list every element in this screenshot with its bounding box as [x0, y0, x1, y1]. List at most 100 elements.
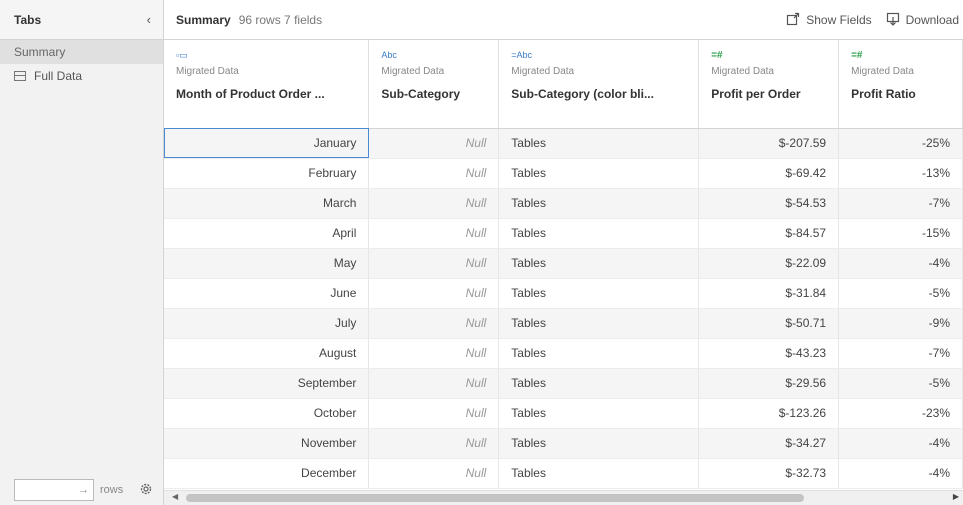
cell-profit-per-order[interactable]: $-54.53	[698, 188, 840, 219]
data-grid[interactable]: ▫▭ Migrated Data Month of Product Order …	[164, 40, 963, 490]
cell-sub-category-color[interactable]: Tables	[498, 188, 700, 219]
cell-month[interactable]: November	[164, 428, 370, 459]
cell-sub-category-color[interactable]: Tables	[498, 398, 700, 429]
tab-full-data-label: Full Data	[34, 69, 83, 83]
table-body: January Null Tables $-207.59 -25% February Nul…	[164, 128, 963, 489]
cell-month[interactable]: July	[164, 308, 370, 339]
table-row[interactable]: March Null Tables $-54.53 -7%	[164, 188, 963, 219]
column-name: Sub-Category (color bli...	[511, 87, 654, 101]
table-row[interactable]: January Null Tables $-207.59 -25%	[164, 128, 963, 159]
table-row[interactable]: June Null Tables $-31.84 -5%	[164, 278, 963, 309]
cell-sub-category[interactable]: Null	[368, 218, 500, 249]
tab-summary[interactable]: Summary	[0, 40, 163, 64]
column-header-month[interactable]: ▫▭ Migrated Data Month of Product Order …	[164, 40, 370, 129]
cell-profit-per-order[interactable]: $-22.09	[698, 248, 840, 279]
cell-sub-category-color[interactable]: Tables	[498, 218, 700, 249]
cell-sub-category[interactable]: Null	[368, 278, 500, 309]
show-fields-button[interactable]: Show Fields	[786, 12, 872, 29]
cell-month[interactable]: August	[164, 338, 370, 369]
cell-sub-category-color[interactable]: Tables	[498, 278, 700, 309]
download-button[interactable]: Download	[886, 12, 959, 29]
cell-profit-ratio[interactable]: -23%	[838, 398, 963, 429]
column-source: Migrated Data	[381, 66, 445, 77]
scroll-left-icon[interactable]: ◀	[172, 492, 178, 501]
gear-icon[interactable]	[139, 482, 153, 499]
cell-sub-category[interactable]: Null	[368, 128, 500, 159]
table-row[interactable]: November Null Tables $-34.27 -4%	[164, 428, 963, 459]
table-row[interactable]: April Null Tables $-84.57 -15%	[164, 218, 963, 249]
table-row[interactable]: August Null Tables $-43.23 -7%	[164, 338, 963, 369]
cell-profit-ratio[interactable]: -4%	[838, 458, 963, 489]
table-row[interactable]: September Null Tables $-29.56 -5%	[164, 368, 963, 399]
cell-sub-category[interactable]: Null	[368, 458, 500, 489]
cell-sub-category[interactable]: Null	[368, 188, 500, 219]
cell-sub-category-color[interactable]: Tables	[498, 158, 700, 189]
cell-sub-category-color[interactable]: Tables	[498, 368, 700, 399]
cell-profit-ratio[interactable]: -5%	[838, 278, 963, 309]
cell-sub-category[interactable]: Null	[368, 308, 500, 339]
cell-profit-per-order[interactable]: $-50.71	[698, 308, 840, 339]
cell-profit-per-order[interactable]: $-29.56	[698, 368, 840, 399]
arrow-right-icon: →	[78, 484, 89, 496]
cell-profit-ratio[interactable]: -9%	[838, 308, 963, 339]
toolbar-actions: Show Fields Download	[772, 0, 959, 40]
cell-month[interactable]: April	[164, 218, 370, 249]
cell-profit-per-order[interactable]: $-207.59	[698, 128, 840, 159]
table-row[interactable]: July Null Tables $-50.71 -9%	[164, 308, 963, 339]
number-icon: =#	[711, 50, 723, 61]
cell-profit-per-order[interactable]: $-43.23	[698, 338, 840, 369]
cell-month[interactable]: January	[164, 128, 370, 159]
tab-full-data[interactable]: Full Data	[0, 64, 163, 88]
cell-sub-category-color[interactable]: Tables	[498, 428, 700, 459]
scrollbar-thumb[interactable]	[186, 494, 804, 502]
scroll-right-icon[interactable]: ▶	[953, 492, 959, 501]
view-meta: 96 rows 7 fields	[238, 12, 323, 27]
horizontal-scrollbar[interactable]: ◀ ▶	[164, 490, 963, 505]
cell-profit-ratio[interactable]: -7%	[838, 188, 963, 219]
cell-sub-category[interactable]: Null	[368, 248, 500, 279]
cell-month[interactable]: June	[164, 278, 370, 309]
cell-month[interactable]: February	[164, 158, 370, 189]
cell-profit-per-order[interactable]: $-123.26	[698, 398, 840, 429]
cell-profit-per-order[interactable]: $-31.84	[698, 278, 840, 309]
cell-month[interactable]: March	[164, 188, 370, 219]
cell-profit-ratio[interactable]: -7%	[838, 338, 963, 369]
cell-month[interactable]: May	[164, 248, 370, 279]
column-name: Profit Ratio	[851, 87, 916, 101]
cell-sub-category-color[interactable]: Tables	[498, 308, 700, 339]
cell-sub-category[interactable]: Null	[368, 428, 500, 459]
cell-month[interactable]: December	[164, 458, 370, 489]
column-header-profit-ratio[interactable]: =# Migrated Data Profit Ratio	[838, 40, 963, 129]
table-row[interactable]: December Null Tables $-32.73 -4%	[164, 458, 963, 489]
cell-sub-category[interactable]: Null	[368, 368, 500, 399]
cell-sub-category[interactable]: Null	[368, 158, 500, 189]
table-row[interactable]: February Null Tables $-69.42 -13%	[164, 158, 963, 189]
cell-profit-ratio[interactable]: -25%	[838, 128, 963, 159]
cell-month[interactable]: October	[164, 398, 370, 429]
table-row[interactable]: October Null Tables $-123.26 -23%	[164, 398, 963, 429]
cell-sub-category-color[interactable]: Tables	[498, 338, 700, 369]
cell-sub-category-color[interactable]: Tables	[498, 248, 700, 279]
cell-profit-ratio[interactable]: -5%	[838, 368, 963, 399]
rows-input[interactable]: →	[14, 479, 94, 501]
cell-profit-ratio[interactable]: -13%	[838, 158, 963, 189]
column-header-sub-category-color[interactable]: =Abc Migrated Data Sub-Category (color b…	[498, 40, 700, 129]
cell-profit-per-order[interactable]: $-69.42	[698, 158, 840, 189]
cell-profit-ratio[interactable]: -15%	[838, 218, 963, 249]
cell-profit-ratio[interactable]: -4%	[838, 248, 963, 279]
column-name: Sub-Category	[381, 87, 461, 101]
collapse-panel-icon[interactable]: ‹	[147, 12, 151, 27]
tabs-panel-header: Tabs ‹	[0, 0, 163, 40]
column-header-profit-per-order[interactable]: =# Migrated Data Profit per Order	[698, 40, 840, 129]
cell-sub-category-color[interactable]: Tables	[498, 458, 700, 489]
cell-profit-per-order[interactable]: $-84.57	[698, 218, 840, 249]
column-header-sub-category[interactable]: Abc Migrated Data Sub-Category	[368, 40, 500, 129]
cell-sub-category[interactable]: Null	[368, 398, 500, 429]
cell-profit-per-order[interactable]: $-34.27	[698, 428, 840, 459]
table-row[interactable]: May Null Tables $-22.09 -4%	[164, 248, 963, 279]
cell-sub-category-color[interactable]: Tables	[498, 128, 700, 159]
cell-profit-ratio[interactable]: -4%	[838, 428, 963, 459]
cell-month[interactable]: September	[164, 368, 370, 399]
cell-sub-category[interactable]: Null	[368, 338, 500, 369]
cell-profit-per-order[interactable]: $-32.73	[698, 458, 840, 489]
